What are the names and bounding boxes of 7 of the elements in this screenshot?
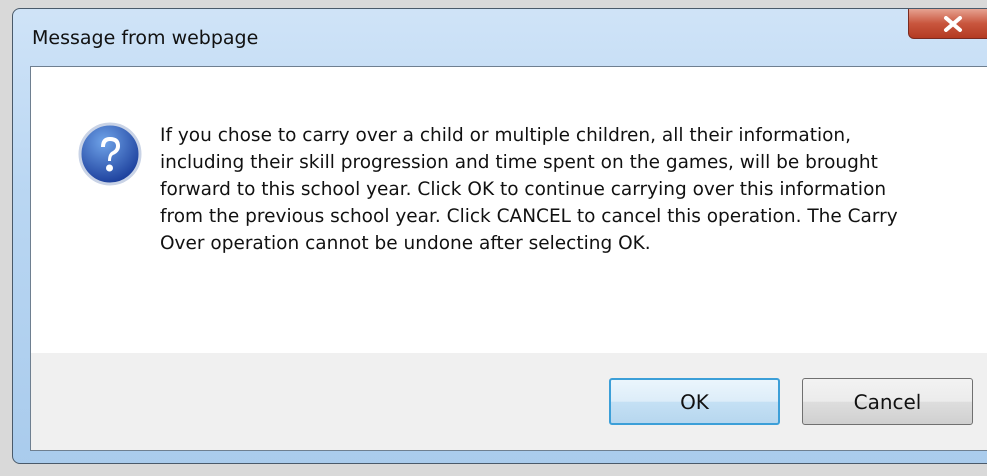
message-text: If you chose to carry over a child or multiple children, all their information, including their skill progression and time spent on the games, will be brought forward to this school year. Click OK to continue carrying over this information from the previous school year. Click CANCEL to cancel this operation. The Carry Over operation cannot be undone after selecting OK. xyxy=(160,124,899,256)
dialog-button[interactable]: OK xyxy=(609,378,780,425)
window-title: Message from webpage xyxy=(31,26,258,48)
dialog-button[interactable]: Cancel xyxy=(802,378,973,425)
question-icon xyxy=(78,122,142,186)
close-button[interactable] xyxy=(908,9,987,39)
close-icon xyxy=(943,16,963,32)
